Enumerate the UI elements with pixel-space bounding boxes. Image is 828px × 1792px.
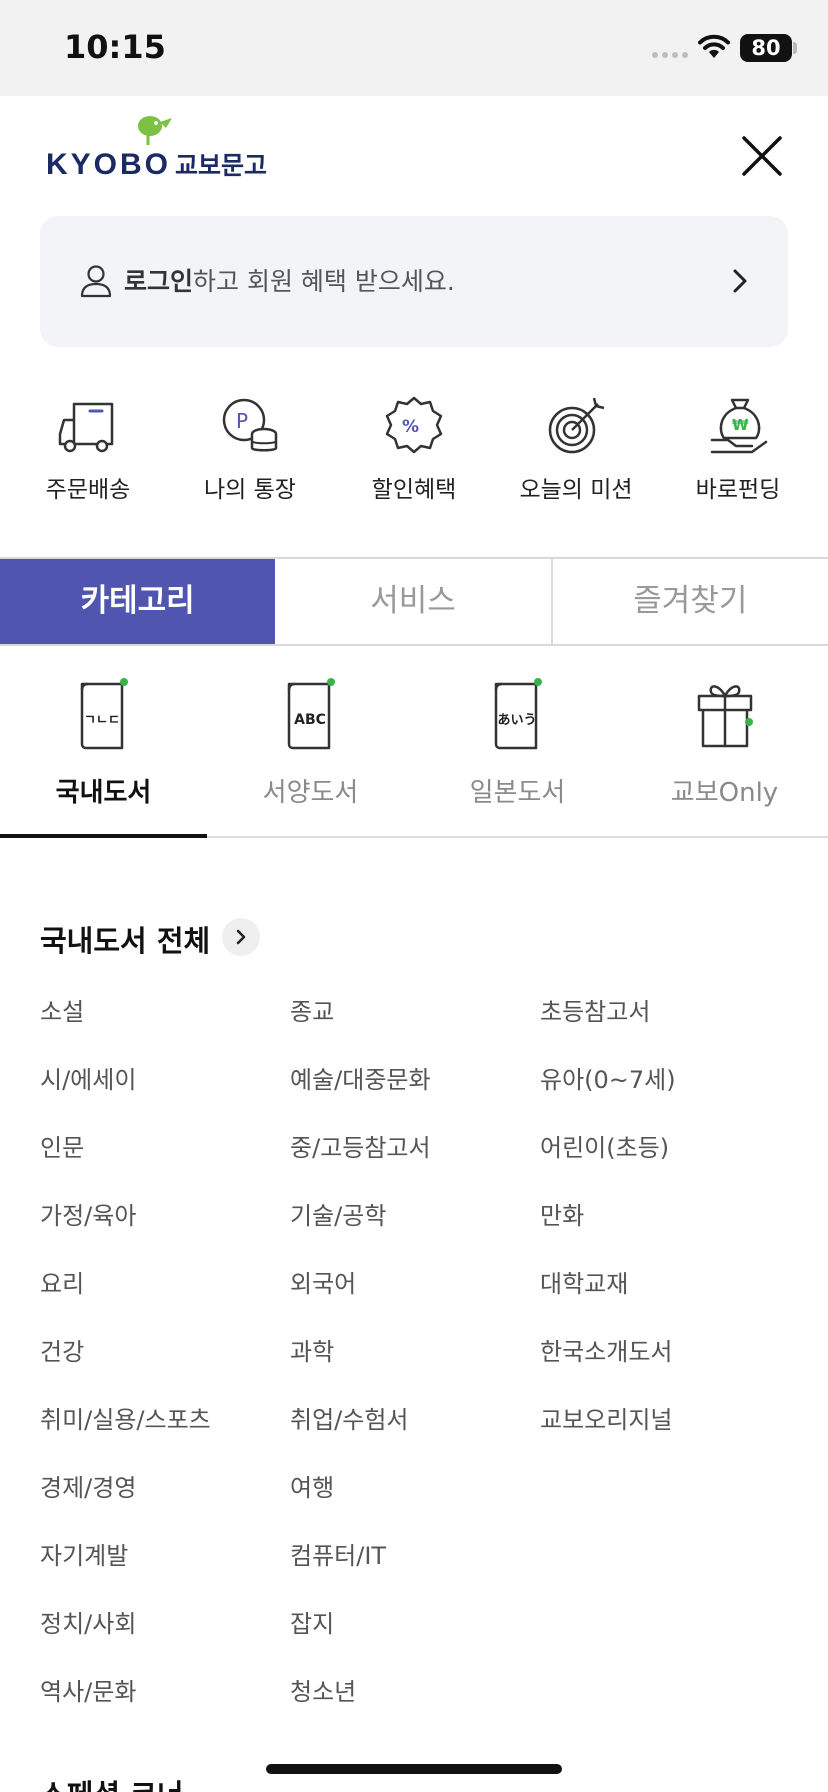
category-link[interactable]: 과학 [290,1332,334,1367]
battery-cap [793,42,797,54]
category-link[interactable]: 가정/육아 [40,1196,136,1231]
category-link[interactable]: 시/에세이 [40,1060,136,1095]
category-link[interactable]: 한국소개도서 [540,1332,672,1367]
money-bag-icon: ₩ [710,398,768,454]
category-link[interactable]: 역사/문화 [40,1672,136,1707]
svg-text:%: % [402,417,419,437]
category-tab-label: 서양도서 [262,778,359,808]
category-tab-label: 교보Only [670,778,779,808]
category-link[interactable]: 자기계발 [40,1536,128,1571]
target-icon [548,397,605,454]
next-section-title: 스페셜 코너 [40,1772,184,1792]
category-link[interactable]: 만화 [540,1196,584,1231]
category-link[interactable]: 컴퓨터/IT [290,1536,386,1571]
quick-order-delivery[interactable]: 주문배송 [6,394,170,504]
quick-my-account[interactable]: P 나의 통장 [168,394,332,504]
quick-item-label: 할인혜택 [371,477,457,503]
discount-badge-icon: % [385,396,443,454]
close-button[interactable] [740,134,784,178]
home-indicator[interactable] [266,1764,562,1774]
category-tab-label: 일본도서 [469,778,566,808]
category-link[interactable]: 초등참고서 [540,992,650,1027]
tab-category[interactable]: 카테고리 [0,559,276,644]
close-icon [742,136,782,176]
category-tab-label: 국내도서 [55,778,152,808]
quick-menu: 주문배송 P 나의 통장 % 할인혜택 오늘의 미션 ₩ 바로펀딩 [0,394,828,504]
svg-text:P: P [236,409,248,433]
status-time: 10:15 [64,28,166,66]
truck-icon [58,402,114,453]
quick-item-label: 바로펀딩 [695,477,781,503]
quick-baro-funding[interactable]: ₩ 바로펀딩 [656,394,820,504]
login-prompt: 로그인하고 회원 혜택 받으세요. [124,262,455,298]
login-banner[interactable]: 로그인하고 회원 혜택 받으세요. [40,216,788,347]
book-icon-text: ABC [294,712,326,728]
logo-wordmark: KYOBO 교보문고 [46,146,267,182]
book-icon-text: ㄱㄴㄷ [84,713,120,728]
category-link[interactable]: 종교 [290,992,334,1027]
wifi-icon [698,34,730,58]
category-link[interactable]: 취업/수험서 [290,1400,409,1435]
book-english-icon: ABC [287,678,335,750]
category-link[interactable]: 기술/공학 [290,1196,386,1231]
gift-icon [697,685,753,748]
chevron-right-icon [733,269,747,293]
category-link[interactable]: 중/고등참고서 [290,1128,431,1163]
login-rest-text: 하고 회원 혜택 받으세요. [193,267,455,296]
person-icon [80,265,112,298]
quick-item-label: 오늘의 미션 [519,477,633,503]
category-link[interactable]: 대학교재 [540,1264,628,1299]
svg-text:₩: ₩ [732,416,749,434]
login-bold-text: 로그인 [124,267,194,296]
tab-service[interactable]: 서비스 [275,559,553,644]
category-link[interactable]: 외국어 [290,1264,356,1299]
category-link[interactable]: 유아(0~7세) [540,1060,676,1095]
logo-text-ko: 교보문고 [175,152,268,180]
category-link[interactable]: 예술/대중문화 [290,1060,431,1095]
category-link[interactable]: 청소년 [290,1672,356,1707]
logo-text-en: KYOBO [46,148,172,181]
battery-icon: 80 [740,34,792,62]
tab-favorites[interactable]: 즐겨찾기 [553,559,828,644]
chevron-right-icon [236,929,246,945]
category-link[interactable]: 건강 [40,1332,84,1367]
category-link[interactable]: 경제/경영 [40,1468,136,1503]
category-link[interactable]: 교보오리지널 [540,1400,672,1435]
category-link[interactable]: 요리 [40,1264,84,1299]
category-tab-bar: ㄱㄴㄷ 국내도서 ABC 서양도서 あいう 일본도서 교보Only [0,660,828,838]
point-coin-icon: P [222,398,278,452]
category-link[interactable]: 잡지 [290,1604,334,1639]
quick-discount[interactable]: % 할인혜택 [332,394,496,504]
cellular-signal-icon [652,52,688,58]
book-japanese-icon: あいう [494,678,542,750]
tab-domestic-books[interactable]: ㄱㄴㄷ 국내도서 [0,660,207,838]
tab-japanese-books[interactable]: あいう 일본도서 [414,660,621,836]
tab-kyobo-only[interactable]: 교보Only [621,660,828,836]
book-icon-text: あいう [497,713,536,728]
category-link[interactable]: 정치/사회 [40,1604,136,1639]
category-link[interactable]: 어린이(초등) [540,1128,669,1163]
quick-today-mission[interactable]: 오늘의 미션 [494,394,658,504]
bird-logo-icon [138,116,172,145]
category-link[interactable]: 여행 [290,1468,334,1503]
category-link[interactable]: 인문 [40,1128,84,1163]
quick-item-label: 나의 통장 [204,477,296,503]
category-link[interactable]: 소설 [40,992,84,1027]
section-more-button[interactable] [222,918,260,956]
category-link[interactable]: 취미/실용/스포츠 [40,1400,211,1435]
quick-item-label: 주문배송 [45,477,131,503]
kyobo-logo[interactable]: KYOBO 교보문고 [46,112,276,182]
section-title[interactable]: 국내도서 전체 [40,918,210,960]
status-bar: 10:15 80 [0,0,828,96]
book-korean-icon: ㄱㄴㄷ [80,678,128,750]
main-tab-bar: 카테고리 서비스 즐겨찾기 [0,557,828,646]
tab-western-books[interactable]: ABC 서양도서 [207,660,414,836]
